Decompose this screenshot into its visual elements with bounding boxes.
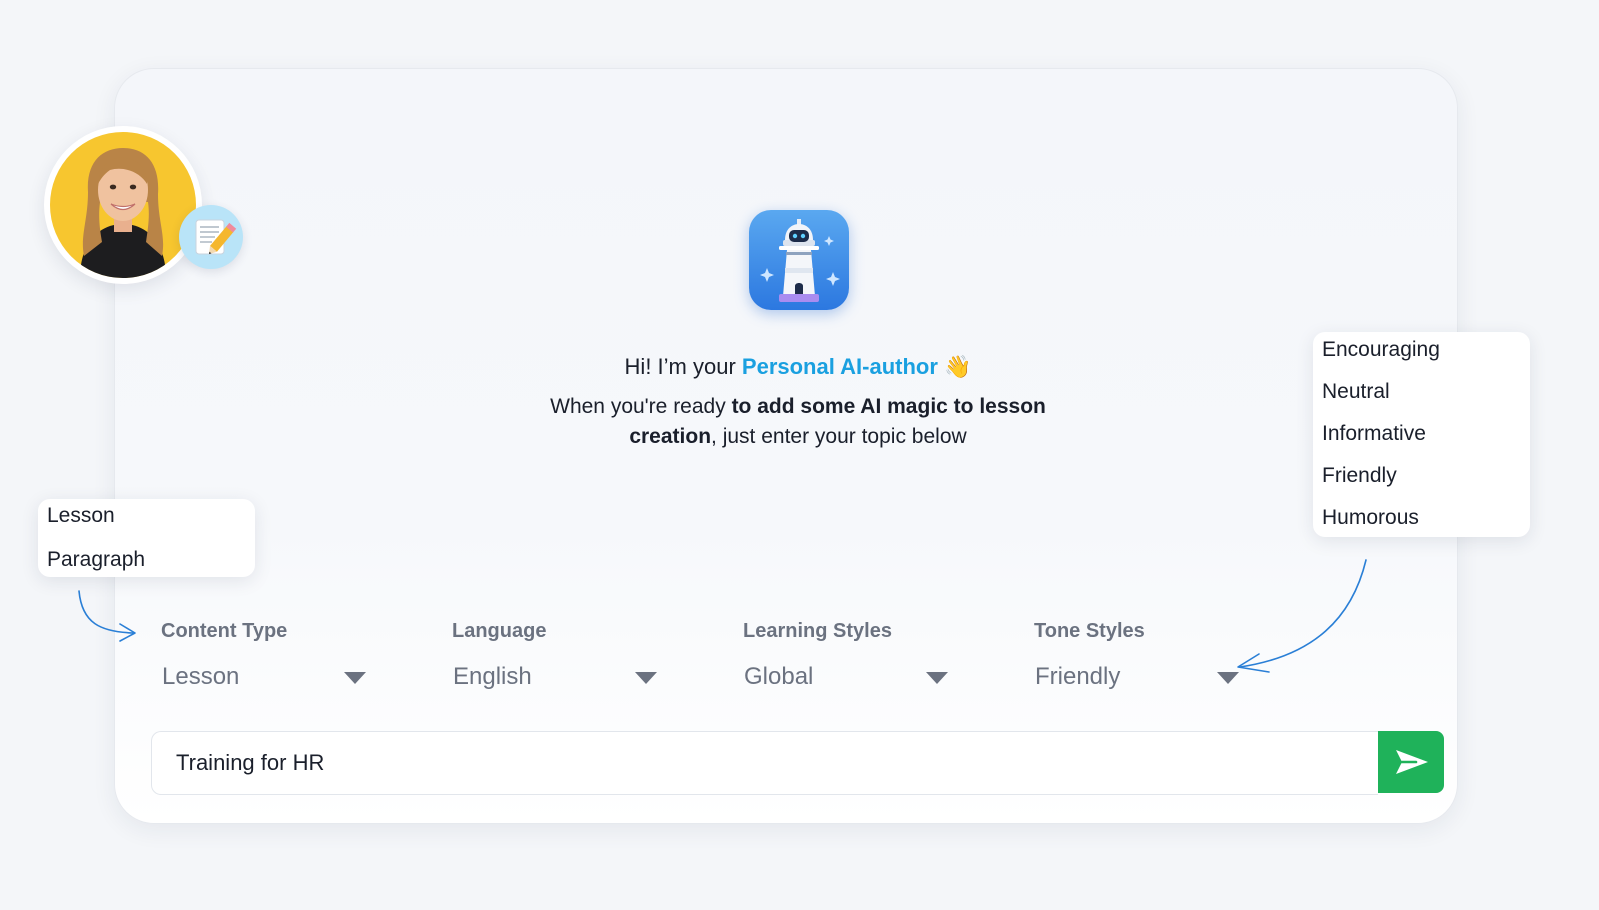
send-icon (1396, 750, 1428, 774)
curved-arrow-left (78, 590, 136, 642)
send-button[interactable] (1378, 731, 1444, 793)
curved-arrow-right (1237, 559, 1367, 673)
learning-styles-label: Learning Styles (743, 620, 892, 642)
language-label: Language (452, 620, 547, 642)
tone-styles-value: Friendly (1035, 663, 1121, 690)
language-select[interactable]: English (452, 656, 657, 700)
content-type-select[interactable]: Lesson (161, 656, 366, 700)
caret-down-icon (1217, 672, 1239, 684)
tone-styles-label: Tone Styles (1034, 620, 1145, 642)
intro-text: When you're ready to add some AI magic t… (520, 392, 1076, 452)
language-value: English (453, 663, 532, 690)
learning-styles-select[interactable]: Global (743, 656, 948, 700)
greeting-prefix: Hi! I’m your (624, 354, 742, 379)
caret-down-icon (344, 672, 366, 684)
tone-option-humorous[interactable]: Humorous (1322, 506, 1419, 530)
tone-options-popup: Encouraging Neutral Informative Friendly… (1313, 332, 1530, 537)
memo-pencil-icon (179, 205, 243, 269)
content-type-options-popup: Lesson Paragraph (38, 499, 255, 577)
greeting-text: Hi! I’m your Personal AI-author 👋 (400, 352, 1196, 382)
waving-hand-icon: 👋 (944, 354, 972, 379)
learning-styles-value: Global (744, 663, 814, 690)
tone-styles-select[interactable]: Friendly (1034, 656, 1239, 700)
content-type-label: Content Type (161, 620, 288, 642)
topic-input[interactable] (176, 732, 1356, 794)
content-type-option-paragraph[interactable]: Paragraph (47, 548, 145, 572)
content-type-value: Lesson (162, 663, 240, 690)
tone-option-friendly[interactable]: Friendly (1322, 464, 1397, 488)
topic-input-bar (151, 731, 1378, 795)
avatar-photo (50, 132, 196, 278)
caret-down-icon (926, 672, 948, 684)
tone-option-informative[interactable]: Informative (1322, 422, 1426, 446)
intro-part1: When you're ready (550, 395, 732, 418)
intro-part2: , just enter your topic below (711, 425, 967, 448)
content-type-option-lesson[interactable]: Lesson (47, 504, 115, 528)
greeting-highlight: Personal AI-author (741, 354, 938, 379)
tone-option-encouraging[interactable]: Encouraging (1322, 338, 1440, 362)
caret-down-icon (635, 672, 657, 684)
lighthouse-robot-icon (749, 210, 849, 310)
tone-option-neutral[interactable]: Neutral (1322, 380, 1390, 404)
